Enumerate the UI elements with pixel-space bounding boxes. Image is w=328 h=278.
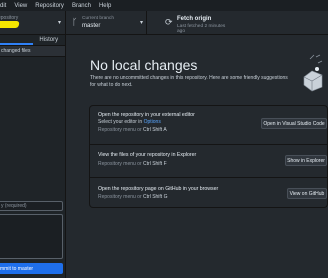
chevron-down-icon: ▾ <box>57 20 61 26</box>
page-subtitle: There are no uncommitted changes in this… <box>90 75 288 88</box>
suggestion-detail: Select your editor in Options <box>98 119 161 125</box>
commit-button[interactable]: mmit to master <box>0 263 63 274</box>
shortcut-keys: Ctrl Shift F <box>143 161 167 167</box>
menu-view[interactable]: View <box>14 3 27 9</box>
view-on-github-button[interactable]: View on GitHub <box>287 188 327 199</box>
current-repository-dropdown[interactable]: epository ▾ <box>0 11 66 34</box>
suggestion-title: Open the repository page on GitHub in yo… <box>98 186 219 192</box>
fetch-origin-button[interactable]: ⟳ Fetch origin Last fetched 2 minutes ag… <box>147 11 232 34</box>
suggestion-title: Open the repository in your external edi… <box>98 112 195 118</box>
chevron-down-icon: ▾ <box>139 20 143 26</box>
menu-bar: dit View Repository Branch Help <box>0 0 328 11</box>
menu-prefix: Repository menu or <box>98 194 142 200</box>
branch-caption: Current branch <box>82 16 114 21</box>
suggestion-show-explorer: View the files of your repository in Exp… <box>89 145 328 178</box>
changed-files-header[interactable]: changed files <box>0 46 65 57</box>
tab-changes[interactable] <box>0 35 33 45</box>
toolbar: epository ▾ ᚴ Current branch master ▾ ⟳ … <box>0 11 328 35</box>
open-in-editor-button[interactable]: Open in Visual Studio Code <box>261 118 327 129</box>
commit-summary-input[interactable]: y (required) <box>0 201 63 211</box>
sync-icon: ⟳ <box>165 17 173 27</box>
menu-branch[interactable]: Branch <box>72 3 91 9</box>
suggestion-view-github: Open the repository page on GitHub in yo… <box>89 178 328 208</box>
menu-help[interactable]: Help <box>99 3 111 9</box>
fetch-title: Fetch origin <box>177 16 212 22</box>
menu-edit[interactable]: dit <box>0 3 6 9</box>
show-in-explorer-button[interactable]: Show in Explorer <box>285 155 327 166</box>
commit-description-input[interactable] <box>0 214 63 259</box>
current-branch-dropdown[interactable]: ᚴ Current branch master ▾ <box>66 11 147 34</box>
main-panel: No local changes There are no uncommitte… <box>67 35 328 278</box>
suggestion-open-editor: Open the repository in your external edi… <box>89 105 328 145</box>
repository-name-redaction <box>0 21 20 28</box>
suggestion-detail-text: Select your editor in <box>98 119 143 125</box>
menu-prefix: Repository menu or <box>98 127 142 133</box>
illustration-icon <box>303 54 323 92</box>
suggestion-shortcut: Repository menu or Ctrl Shift F <box>98 161 167 167</box>
tab-history[interactable]: History <box>33 35 66 45</box>
branch-icon: ᚴ <box>72 17 78 27</box>
sidebar: History changed files y (required) mmit … <box>0 35 66 278</box>
shortcut-keys: Ctrl Shift G <box>143 194 168 200</box>
options-link[interactable]: Options <box>144 119 161 125</box>
page-title: No local changes <box>90 57 198 73</box>
suggestion-shortcut: Repository menu or Ctrl Shift G <box>98 194 167 200</box>
branch-name: master <box>82 23 101 29</box>
suggestion-shortcut: Repository menu or Ctrl Shift A <box>98 127 167 133</box>
suggestion-title: View the files of your repository in Exp… <box>98 152 197 158</box>
fetch-subtitle: Last fetched 2 minutes ago <box>177 24 226 34</box>
menu-repository[interactable]: Repository <box>35 3 64 9</box>
sidebar-tabs: History <box>0 35 65 46</box>
shortcut-keys: Ctrl Shift A <box>143 127 167 133</box>
menu-prefix: Repository menu or <box>98 161 142 167</box>
